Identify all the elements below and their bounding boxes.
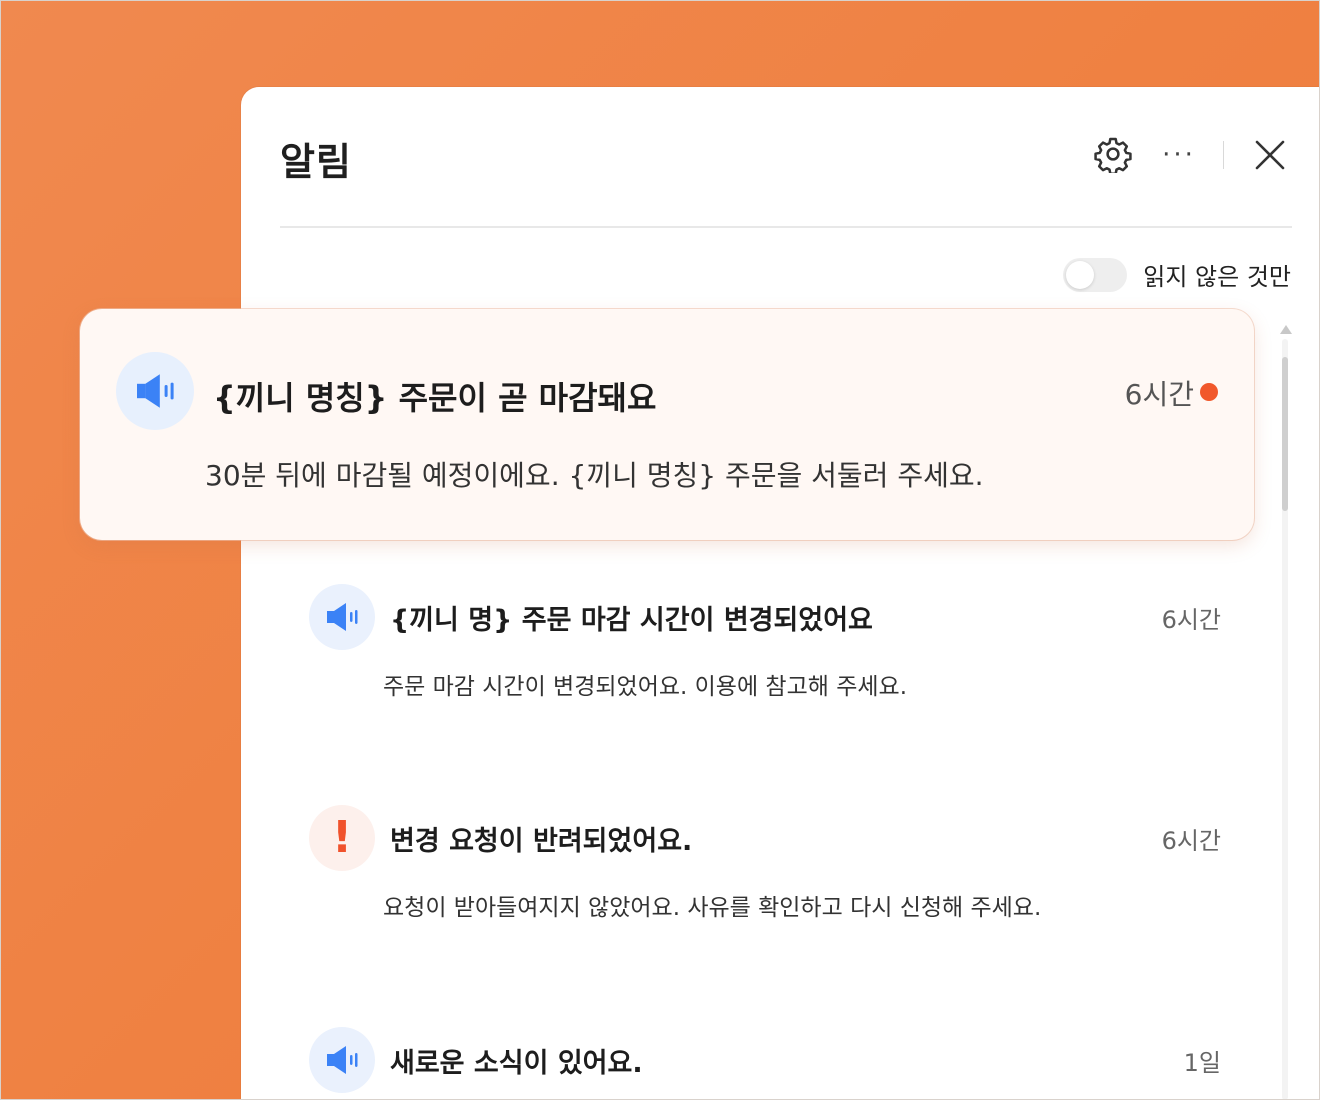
notification-time: 6시간 xyxy=(1161,606,1221,634)
scrollbar[interactable] xyxy=(1278,325,1292,1100)
notification-item[interactable]: 새로운 소식이 있어요. 1일 xyxy=(309,1027,1221,1100)
notification-avatar xyxy=(309,1027,375,1093)
notification-title: {끼니 명} 주문 마감 시간이 변경되었어요 xyxy=(390,605,873,636)
notification-time: 1일 xyxy=(1183,1049,1221,1077)
header-separator xyxy=(1223,141,1224,169)
unread-only-label: 읽지 않은 것만 xyxy=(1143,263,1291,291)
megaphone-icon xyxy=(137,374,174,408)
notification-item[interactable]: ! 변경 요청이 반려되었어요. 6시간 요청이 받아들여지지 않았어요. 사유… xyxy=(309,805,1221,925)
close-icon xyxy=(1255,140,1285,170)
notification-title: 변경 요청이 반려되었어요. xyxy=(390,826,693,857)
notification-time: 6시간 xyxy=(1124,378,1194,411)
header-divider xyxy=(280,226,1292,228)
megaphone-icon xyxy=(327,1046,358,1074)
notification-title: {끼니 명칭} 주문이 곧 마감돼요 xyxy=(213,379,657,417)
notification-title: 새로운 소식이 있어요. xyxy=(390,1048,643,1079)
exclamation-icon: ! xyxy=(331,812,353,863)
notification-body: 주문 마감 시간이 변경되었어요. 이용에 참고해 주세요. xyxy=(383,674,908,700)
more-icon: ··· xyxy=(1162,140,1196,170)
notification-avatar: ! xyxy=(309,805,375,871)
notification-body: 요청이 받아들여지지 않았어요. 사유를 확인하고 다시 신청해 주세요. xyxy=(383,895,1042,921)
scroll-up-arrow-icon[interactable] xyxy=(1280,325,1292,334)
megaphone-icon xyxy=(327,603,358,631)
notification-time: 6시간 xyxy=(1161,827,1221,855)
gear-icon xyxy=(1094,137,1132,173)
notification-item[interactable]: {끼니 명} 주문 마감 시간이 변경되었어요 6시간 주문 마감 시간이 변경… xyxy=(309,584,1221,704)
notification-body: 30분 뒤에 마감될 예정이에요. {끼니 명칭} 주문을 서둘러 주세요. xyxy=(205,459,984,492)
close-button[interactable] xyxy=(1249,134,1291,176)
scroll-thumb[interactable] xyxy=(1282,357,1288,511)
unread-only-toggle[interactable] xyxy=(1063,257,1128,292)
settings-button[interactable] xyxy=(1093,134,1133,174)
unread-only-filter: 읽지 않은 것만 xyxy=(1063,257,1291,292)
notification-item-highlighted[interactable]: {끼니 명칭} 주문이 곧 마감돼요 6시간 30분 뒤에 마감될 예정이에요.… xyxy=(80,309,1254,540)
toggle-knob xyxy=(1066,260,1095,289)
notification-panel: 알림 ··· 읽지 않은 것만 {끼니 명} 주문 마감 시간이 변경되었어요 … xyxy=(241,87,1320,1100)
notification-avatar xyxy=(116,352,194,430)
unread-dot xyxy=(1200,383,1218,401)
notification-avatar xyxy=(309,584,375,650)
more-options-button[interactable]: ··· xyxy=(1159,137,1199,173)
panel-title: 알림 xyxy=(280,140,352,184)
